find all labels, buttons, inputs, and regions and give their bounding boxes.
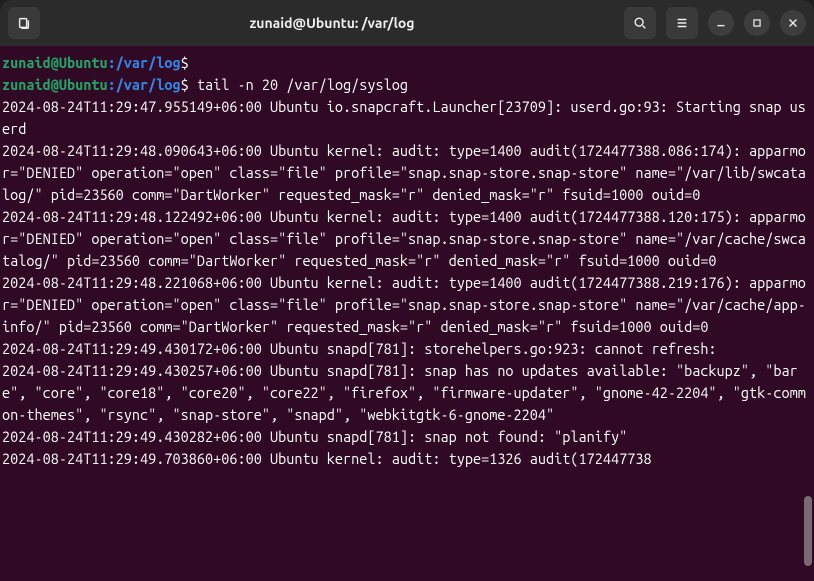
command-text: tail -n 20 /var/log/syslog <box>197 76 408 93</box>
menu-button[interactable] <box>666 7 698 39</box>
prompt-sep: : <box>108 76 116 93</box>
prompt-path: /var/log <box>116 76 181 93</box>
window-title: zunaid@Ubuntu: /var/log <box>48 15 616 31</box>
search-button[interactable] <box>624 7 656 39</box>
terminal-output[interactable]: zunaid@Ubuntu:/var/log$ zunaid@Ubuntu:/v… <box>0 46 814 581</box>
prompt-symbol: $ <box>181 76 189 93</box>
maximize-button[interactable] <box>744 10 770 36</box>
prompt-path: /var/log <box>116 54 181 71</box>
titlebar: zunaid@Ubuntu: /var/log <box>0 0 814 46</box>
prompt-sep: : <box>108 54 116 71</box>
close-button[interactable] <box>780 10 806 36</box>
scrollbar-thumb[interactable] <box>804 496 812 566</box>
prompt-user: zunaid@Ubuntu <box>2 76 108 93</box>
new-tab-button[interactable] <box>8 7 40 39</box>
prompt-symbol: $ <box>181 54 189 71</box>
minimize-button[interactable] <box>708 10 734 36</box>
output-text: 2024-08-24T11:29:47.955149+06:00 Ubuntu … <box>2 98 806 467</box>
prompt-user: zunaid@Ubuntu <box>2 54 108 71</box>
